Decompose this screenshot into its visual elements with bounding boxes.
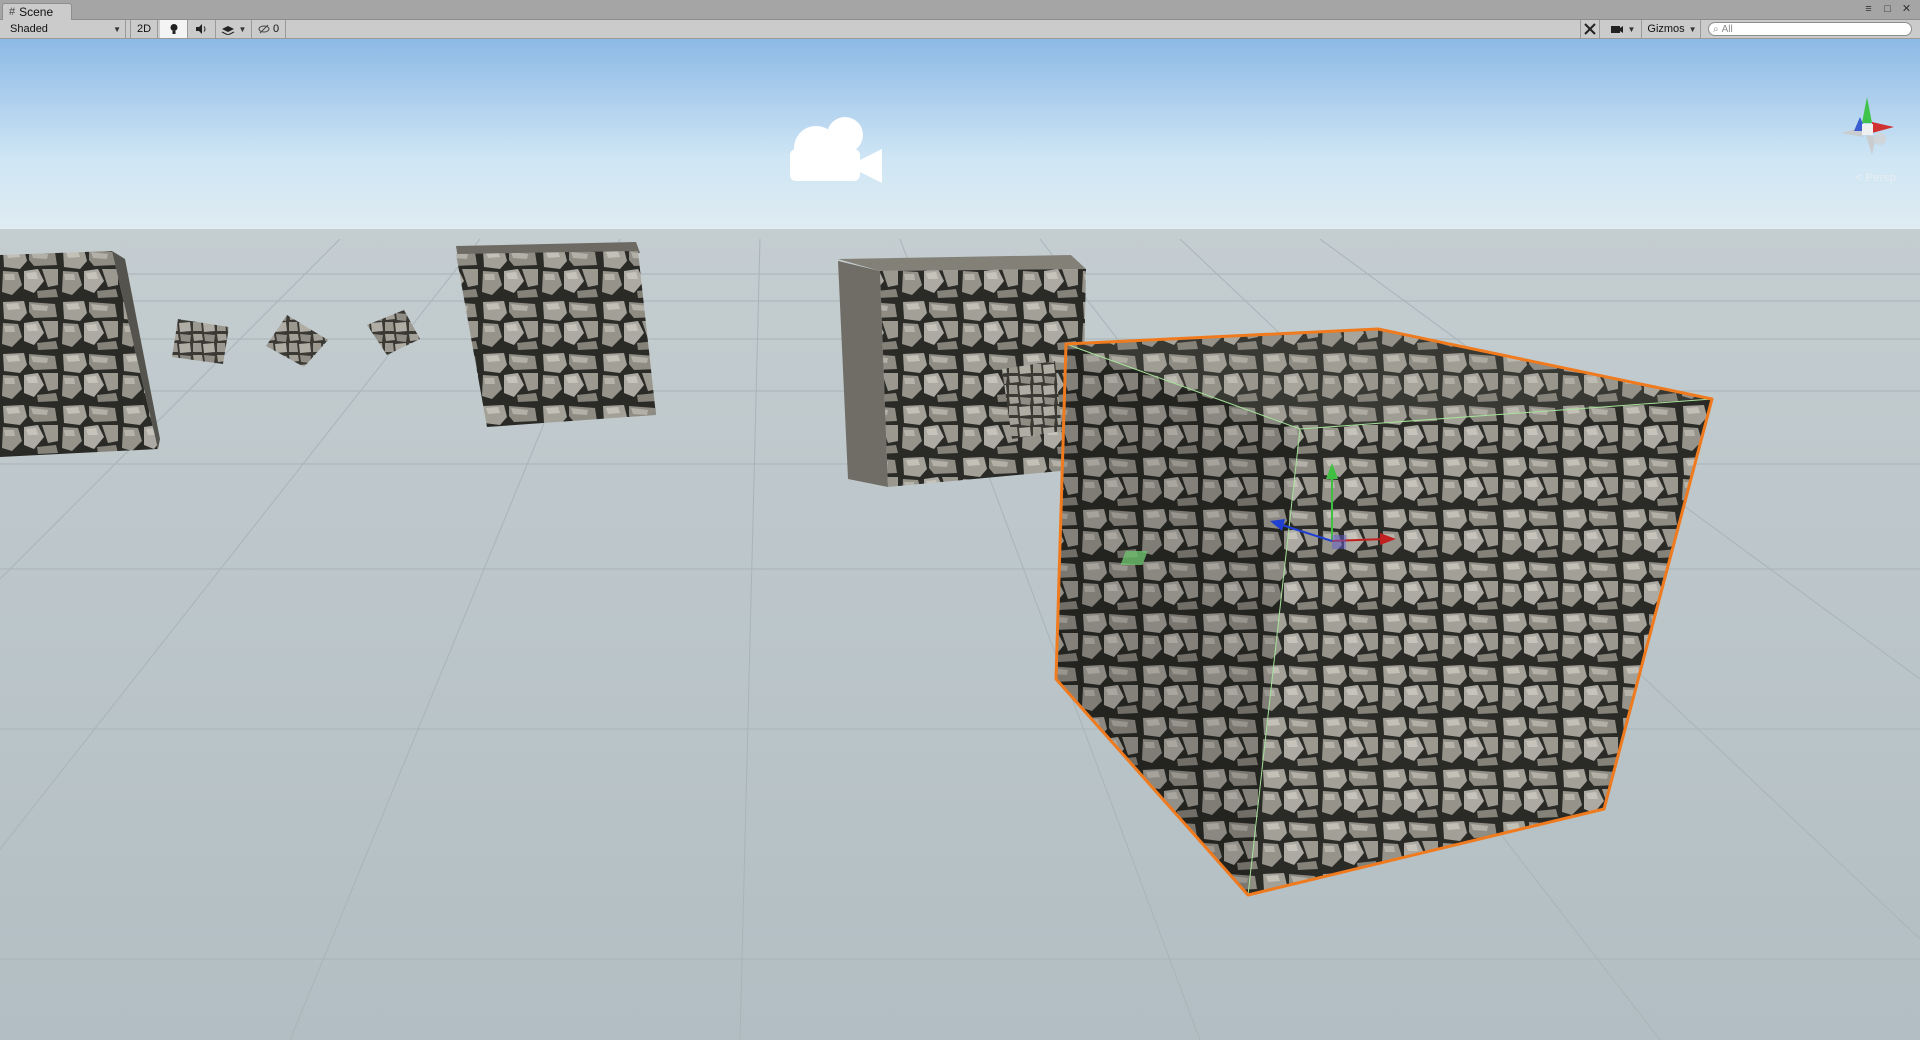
y-axis-cone [1862,97,1872,123]
speaker-icon [196,24,206,34]
tab-scene[interactable]: # Scene [2,3,72,20]
camera-settings-dropdown[interactable]: ▼ [1604,20,1642,38]
audio-toggle-button[interactable] [188,20,216,38]
eye-slash-icon [258,24,270,34]
shading-mode-value: Shaded [10,23,48,35]
hash-grid-icon: # [9,6,16,18]
lightbulb-icon [170,24,177,34]
scene-search-input[interactable]: ⌕ All [1708,22,1912,36]
camera-icon [1610,25,1623,33]
gizmo-center [1862,124,1873,135]
projection-label[interactable]: < Persp [1856,172,1896,184]
cube-middle-left[interactable] [456,242,656,427]
crossed-tools-icon [1584,23,1596,35]
tools-toggle-button[interactable] [1580,20,1600,38]
scene-viewport[interactable]: < Persp [0,39,1920,1040]
hidden-objects-count: 0 [272,23,280,35]
search-icon: ⌕ [1713,23,1719,35]
scene-window: # Scene ≡ □ ✕ Shaded ▼ 2D ▼ 0 ▼ Gizmos ▼… [0,0,1920,1040]
effects-dropdown[interactable]: ▼ [216,20,252,38]
cube-middle[interactable] [838,255,1086,487]
x-axis-cone [1872,122,1894,133]
lighting-toggle-button[interactable] [160,20,188,38]
gizmos-label: Gizmos [1647,23,1685,35]
dropdown-arrow-icon: ▼ [238,24,247,34]
scene-toolbar: Shaded ▼ 2D ▼ 0 ▼ Gizmos ▼ ⌕ All [0,20,1920,39]
hidden-objects-toggle[interactable]: 0 [252,20,286,38]
small-cube-4 [1002,361,1062,439]
toggle-2d-button[interactable]: 2D [130,20,158,38]
gizmos-dropdown[interactable]: Gizmos ▼ [1644,20,1701,38]
dropdown-arrow-icon: ▼ [1688,24,1697,34]
projection-arrow-icon: < [1855,172,1863,184]
small-cube-1[interactable] [172,319,229,364]
scene-canvas[interactable] [0,39,1920,1040]
tab-bar: # Scene ≡ □ ✕ [0,0,1920,20]
layers-effects-icon [221,26,234,35]
toggle-2d-label: 2D [136,23,152,35]
dropdown-arrow-icon: ▼ [113,24,121,34]
dropdown-arrow-icon: ▼ [1627,24,1636,34]
projection-label-text: Persp [1865,172,1896,184]
menu-icon[interactable]: ≡ [1863,2,1874,16]
shading-mode-dropdown[interactable]: Shaded ▼ [4,20,126,38]
close-icon[interactable]: ✕ [1901,2,1912,16]
search-placeholder: All [1721,23,1733,35]
maximize-icon[interactable]: □ [1882,2,1893,16]
neg-z-axis-cone [1874,133,1886,145]
window-controls: ≡ □ ✕ [1863,2,1912,16]
tab-scene-label: Scene [19,5,54,19]
